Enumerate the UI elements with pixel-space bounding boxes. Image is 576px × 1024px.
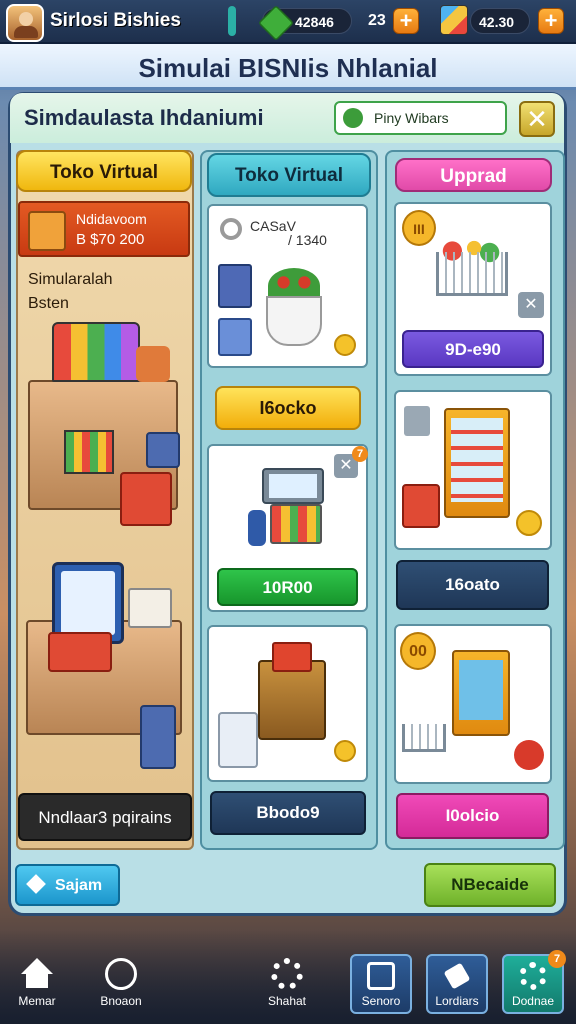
settings-badge: 7 [548, 950, 566, 968]
close-upgrade-button[interactable]: ✕ [518, 292, 544, 318]
upgrade-price-button[interactable]: 9D-e90 [402, 330, 544, 368]
card-label-2: / 1340 [288, 232, 327, 248]
register-base-image [48, 632, 112, 672]
cube-icon [440, 5, 468, 35]
screen-header: Simulai BISNIis Nhlanial [0, 44, 576, 90]
stand-machine-image [452, 650, 510, 736]
shop-goods-image [64, 430, 114, 474]
description-line: Simularalah [28, 271, 113, 288]
cube-counter: 42.30 [470, 8, 530, 34]
promo-banner[interactable]: Ndidavoom B $70 200 [18, 201, 190, 257]
gear-icon [271, 958, 303, 990]
phone-icon [367, 962, 395, 990]
stand-button[interactable]: I0olcio [396, 793, 549, 839]
crate-image [146, 432, 180, 468]
gem-value: 42846 [295, 14, 334, 30]
add-gems-button[interactable]: + [393, 8, 419, 34]
plant-tray-image [128, 588, 172, 628]
kiosk-button[interactable]: Bbodo9 [210, 791, 366, 835]
nav-hammer[interactable]: Lordiars [426, 954, 488, 1014]
can-image [248, 510, 266, 546]
gear-icon [220, 218, 242, 240]
nav-label: Shahat [267, 994, 307, 1008]
nav-home[interactable]: Memar [2, 950, 72, 1020]
divider [228, 6, 236, 36]
hammer-icon [443, 962, 471, 990]
sun-icon [516, 510, 542, 536]
stock-button[interactable]: I6ocko [215, 386, 361, 430]
sticker-badge: III [402, 210, 436, 246]
nav-phone[interactable]: Senoro [350, 954, 412, 1014]
shop-awning-image [52, 322, 140, 382]
settings-icon [519, 962, 547, 990]
vending-button[interactable]: 16oato [396, 560, 549, 610]
vending-machine-image [444, 408, 510, 518]
tab-upgrade[interactable]: Upprad [395, 158, 552, 192]
save-button[interactable]: Sajam [15, 864, 120, 906]
promo-line2: B $70 200 [76, 231, 145, 248]
panel-title: Simdaulasta Ihdaniumi [24, 105, 264, 130]
nav-label: Senoro [361, 994, 401, 1008]
home-icon [21, 958, 53, 974]
nav-label: Memar [18, 994, 56, 1008]
screen-title: Simulai BISNIis Nhlanial [138, 53, 438, 83]
cube-value: 42.30 [479, 14, 515, 30]
sun-icon [334, 740, 356, 762]
nav-label: Lordiars [435, 994, 479, 1008]
clock-icon [105, 958, 137, 990]
red-bag-image [120, 472, 172, 526]
player-avatar[interactable] [6, 4, 44, 42]
box-image [140, 705, 176, 769]
kiosk-top-image [272, 642, 312, 672]
alert-icon [514, 740, 544, 770]
shopping-cart-image [436, 252, 508, 296]
scale-screen-image [262, 468, 324, 504]
nav-label: Dodnae [511, 994, 555, 1008]
small-cart-image [402, 724, 446, 752]
goods-tray-image [270, 504, 322, 544]
add-cubes-button[interactable]: + [538, 8, 564, 34]
close-button[interactable]: ✕ [519, 101, 555, 137]
machine-image [218, 264, 252, 308]
buy-button[interactable]: 10R00 [217, 568, 358, 606]
nav-gear[interactable]: Shahat [252, 950, 322, 1020]
save-label: Sajam [55, 877, 103, 894]
arrow-icon [26, 874, 46, 894]
document-icon [404, 406, 430, 436]
produce-basket-image [136, 346, 170, 382]
notification-badge: 7 [352, 446, 368, 462]
tab-toko-virtual[interactable]: Toko Virtual [16, 150, 192, 192]
suitcase-image [402, 484, 440, 528]
kiosk-stand-image [258, 660, 326, 740]
column1-description: Simularalah Bsten [28, 268, 112, 316]
leaf-icon [343, 108, 363, 128]
shopping-bag-icon [28, 211, 66, 251]
tab-toko-virtual-2[interactable]: Toko Virtual [207, 153, 371, 197]
coin-icon: 00 [400, 632, 436, 670]
appliance-image [218, 712, 258, 768]
promo-line1: Ndidavoom [76, 211, 147, 227]
device-image [218, 318, 252, 356]
programs-button[interactable]: Nndlaar3 pqirains [18, 793, 192, 841]
flower-pot-image [266, 296, 322, 346]
gem-counter: 42846 [257, 4, 352, 42]
app-title: Sirlosi Bishies [50, 10, 181, 31]
next-button[interactable]: NBecaide [424, 863, 556, 907]
gem-amount: 23 [368, 12, 386, 29]
search-field[interactable]: Piny Wibars [334, 101, 507, 135]
search-value: Piny Wibars [374, 110, 449, 126]
nav-clock[interactable]: Bnoaon [86, 950, 156, 1020]
description-line: Bsten [28, 295, 69, 312]
sun-icon [334, 334, 356, 356]
nav-label: Bnoaon [100, 994, 142, 1008]
